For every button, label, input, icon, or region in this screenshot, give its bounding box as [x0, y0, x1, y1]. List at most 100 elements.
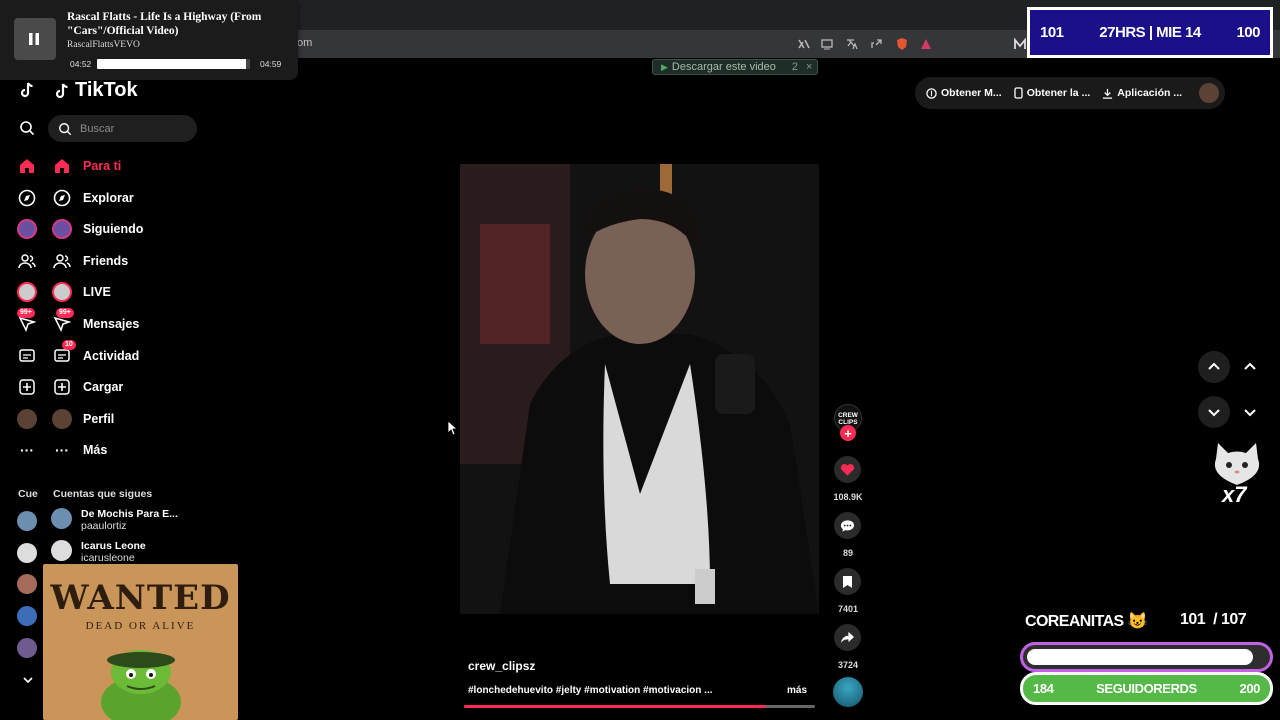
translate-icon[interactable]: [845, 37, 859, 51]
video-caption: #lonchedehuevito #jelty #motivation #mot…: [468, 685, 713, 696]
more-collapsed-icon[interactable]: ···: [17, 440, 37, 460]
get-app-button[interactable]: Obtener la ...: [1014, 87, 1090, 99]
music-disc-icon[interactable]: [833, 677, 863, 707]
account-avatar: [51, 540, 72, 561]
activity-collapsed-icon[interactable]: [17, 346, 37, 366]
nav-label: Siguiendo: [83, 222, 144, 236]
search-input[interactable]: [80, 122, 190, 135]
comment-icon: [840, 519, 855, 532]
brave-shield-icon[interactable]: [895, 37, 909, 51]
media-title: Rascal Flatts - Life Is a Highway (From …: [67, 11, 262, 37]
media-player-overlay: Rascal Flatts - Life Is a Highway (From …: [0, 0, 298, 80]
account-collapsed-avatar[interactable]: [17, 543, 37, 563]
nav-live[interactable]: LIVE: [52, 280, 111, 304]
video-player[interactable]: [460, 164, 819, 614]
messages-collapsed-icon[interactable]: 99+: [17, 308, 37, 334]
score-left: 101: [1040, 24, 1064, 41]
nav-perfil[interactable]: Perfil: [52, 407, 114, 431]
wanted-subtitle: DEAD OR ALIVE: [85, 620, 196, 632]
nav-mas[interactable]: ··· Más: [52, 438, 107, 462]
extension-m-icon[interactable]: [1013, 37, 1027, 51]
nav-siguiendo[interactable]: Siguiendo: [52, 217, 143, 241]
account-username: icarusleone: [81, 552, 135, 564]
wanted-poster-overlay: WANTED DEAD OR ALIVE: [43, 564, 238, 720]
upload-collapsed-icon[interactable]: [17, 377, 37, 397]
prev-video-button[interactable]: [1198, 351, 1230, 383]
desktop-app-button[interactable]: Aplicación ...: [1102, 87, 1182, 99]
chevron-up-icon[interactable]: [1243, 360, 1257, 374]
account-name: De Mochis Para E...: [81, 508, 178, 520]
nav-label: Friends: [83, 254, 129, 268]
video-frame-image: [460, 164, 819, 614]
followers-goal-bar: 184 SEGUIDORERDS 200: [1020, 672, 1273, 705]
nav-cargar[interactable]: Cargar: [52, 375, 123, 399]
messages-icon: 99+: [52, 308, 74, 334]
following-title-collapsed: Cue: [18, 488, 38, 500]
compass-collapsed-icon[interactable]: [17, 188, 37, 208]
video-progress-fill: [464, 705, 766, 708]
account-item[interactable]: Icarus Leone icarusleone: [51, 540, 146, 564]
media-duration: 04:59: [260, 59, 282, 69]
cat-emote-image: [1214, 443, 1260, 485]
nav-para-ti[interactable]: Para ti: [52, 154, 121, 178]
following-avatar-icon: [52, 219, 72, 239]
chevron-down-icon[interactable]: [1243, 405, 1257, 419]
account-item[interactable]: De Mochis Para E... paaulortiz: [51, 508, 178, 532]
get-coins-button[interactable]: Obtener M...: [926, 87, 1002, 99]
pause-icon[interactable]: [27, 32, 41, 46]
nav-label: Actividad: [83, 349, 140, 363]
live-collapsed-icon[interactable]: [17, 282, 37, 302]
cast-icon[interactable]: [820, 37, 834, 51]
account-collapsed-avatar[interactable]: [17, 606, 37, 626]
video-progress-bar[interactable]: [464, 705, 815, 708]
nav-friends[interactable]: Friends: [52, 249, 128, 273]
goal-label: COREANITAS 😺: [1025, 611, 1147, 631]
caption-more-button[interactable]: más: [787, 685, 807, 696]
nav-actividad[interactable]: 10 Actividad: [52, 340, 140, 368]
chevron-down-icon: [1208, 409, 1220, 417]
following-title: Cuentas que sigues: [53, 488, 153, 500]
goal-total: / 107: [1213, 611, 1247, 628]
frog-character-image: [101, 650, 181, 720]
next-video-button[interactable]: [1198, 396, 1230, 428]
download-video-button[interactable]: ▶ Descargar este video 2 ×: [652, 59, 818, 75]
rewards-triangle-icon[interactable]: [919, 37, 933, 51]
score-center: 27HRS | MIE 14: [1099, 24, 1201, 41]
followers-end: 200: [1239, 681, 1260, 696]
account-collapsed-avatar[interactable]: [17, 511, 37, 531]
user-avatar[interactable]: [1199, 83, 1220, 103]
chevron-down-icon[interactable]: [22, 674, 34, 686]
download-count: 2: [791, 61, 798, 73]
tiktok-small-logo-icon[interactable]: [18, 81, 36, 99]
nav-mensajes[interactable]: 99+ Mensajes: [52, 308, 139, 336]
video-creator-name[interactable]: crew_clipsz: [468, 659, 535, 673]
address-text[interactable]: om: [297, 37, 312, 49]
share-count: 3724: [837, 660, 859, 670]
following-collapsed-icon[interactable]: [17, 219, 37, 239]
search-icon[interactable]: [19, 120, 35, 136]
close-icon[interactable]: ×: [806, 61, 812, 73]
share-page-icon[interactable]: [869, 37, 883, 51]
messages-badge: 99+: [56, 308, 74, 318]
home-collapsed-icon[interactable]: [17, 156, 37, 176]
like-count: 108.9K: [833, 492, 863, 502]
goal-count: 101 / 107: [1180, 611, 1247, 629]
like-button[interactable]: [834, 456, 861, 483]
goal-progress-bar: [1020, 642, 1273, 672]
account-collapsed-avatar[interactable]: [17, 574, 37, 594]
comment-button[interactable]: [834, 512, 861, 539]
mute-icon[interactable]: [797, 37, 811, 51]
profile-collapsed-icon[interactable]: [17, 409, 37, 429]
follow-plus-button[interactable]: +: [840, 425, 856, 441]
search-box[interactable]: [48, 115, 197, 142]
nav-explorar[interactable]: Explorar: [52, 186, 134, 210]
activity-icon: 10: [52, 340, 76, 366]
account-collapsed-avatar[interactable]: [17, 638, 37, 658]
nav-label: Cargar: [83, 380, 124, 394]
tiktok-logo[interactable]: TikTok: [53, 79, 138, 102]
media-progress-bar[interactable]: [97, 59, 250, 69]
friends-collapsed-icon[interactable]: [17, 251, 37, 271]
save-button[interactable]: [834, 568, 861, 595]
account-username: paaulortiz: [81, 520, 127, 532]
share-button[interactable]: [834, 624, 861, 651]
